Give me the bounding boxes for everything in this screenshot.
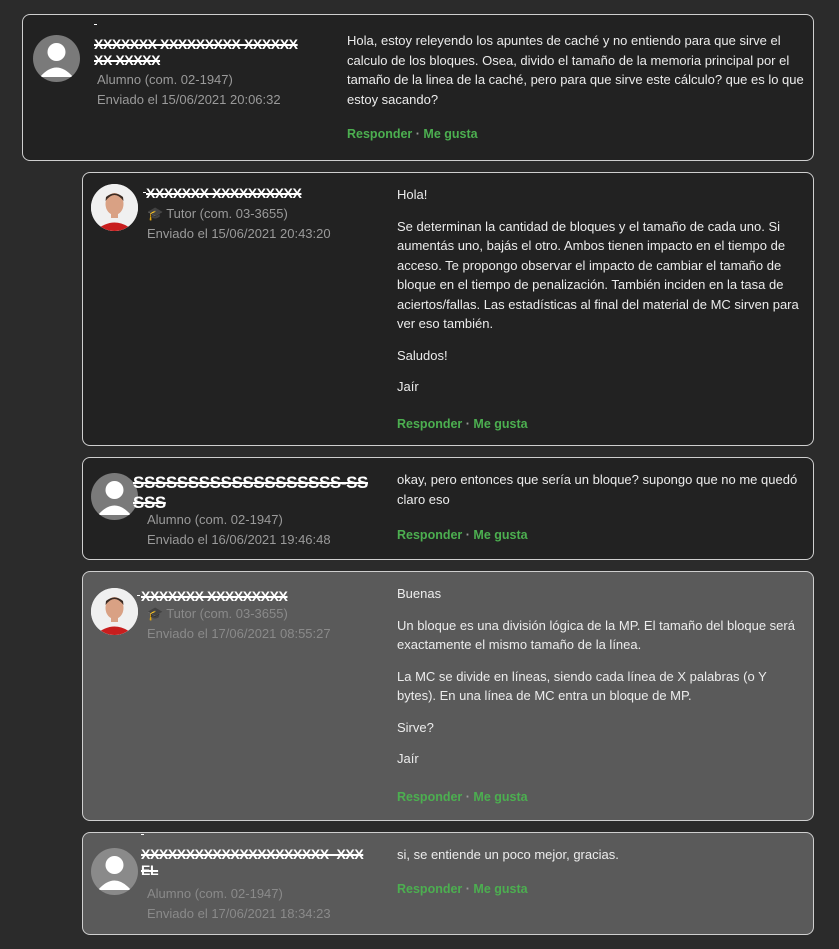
author-name[interactable]: XXXXXXX XXXXXXXXX	[141, 588, 361, 604]
post-date: Enviado el 17/06/2021 08:55:27	[147, 626, 331, 641]
author-marker	[94, 24, 97, 25]
post-date: Enviado el 17/06/2021 18:34:23	[147, 906, 331, 921]
reply-link[interactable]: Responder	[397, 417, 462, 431]
post-date: Enviado el 15/06/2021 20:43:20	[147, 226, 331, 241]
author-role: Alumno (com. 02-1947)	[147, 886, 283, 901]
post-actions: Responder · Me gusta	[397, 528, 528, 542]
forum-post: XXXXXXXXXXXXXXXXXXXXX- XXXEL Alumno (com…	[82, 832, 814, 935]
forum-post: XXXXXXX XXXXXXXXX XXXXXXXX XXXXX Alumno …	[22, 14, 814, 161]
graduation-cap-icon: 🎓	[147, 606, 164, 621]
graduation-cap-icon: 🎓	[147, 206, 164, 221]
post-content: Hola! Se determinan la cantidad de bloqu…	[397, 185, 805, 409]
user-silhouette-icon	[40, 43, 73, 77]
author-name[interactable]: XXXXXXX XXXXXXXXX XXXXXXXX XXXXX	[94, 36, 304, 68]
reply-link[interactable]: Responder	[397, 882, 462, 896]
forum-post: XXXXXXX XXXXXXXXX 🎓 Tutor (com. 03-3655) …	[82, 571, 814, 821]
post-paragraph: Buenas	[397, 586, 442, 601]
user-avatar[interactable]	[33, 35, 80, 82]
post-paragraph: Sirve?	[397, 719, 434, 735]
author-role-text: Tutor (com. 03-3655)	[166, 206, 288, 221]
forum-post: XXXXXXX XXXXXXXXXX 🎓 Tutor (com. 03-3655)…	[82, 172, 814, 446]
reply-link[interactable]: Responder	[347, 127, 412, 141]
forum-post: SSSSSSSSSSSSSSSSSSS-SSSSS Alumno (com. 0…	[82, 457, 814, 560]
tutor-photo-avatar[interactable]	[91, 588, 138, 635]
post-date: Enviado el 15/06/2021 20:06:32	[97, 92, 281, 107]
author-role: 🎓 Tutor (com. 03-3655)	[147, 206, 288, 222]
like-link[interactable]: Me gusta	[423, 127, 477, 141]
like-link[interactable]: Me gusta	[473, 528, 527, 542]
post-paragraph: okay, pero entonces que sería un bloque?…	[397, 472, 798, 507]
like-link[interactable]: Me gusta	[473, 882, 527, 896]
post-content: Hola, estoy releyendo los apuntes de cac…	[347, 31, 805, 121]
post-paragraph: Saludos!	[397, 347, 448, 363]
author-name[interactable]: XXXXXXXXXXXXXXXXXXXXX- XXXEL	[141, 846, 366, 878]
like-link[interactable]: Me gusta	[473, 790, 527, 804]
author-role: Alumno (com. 02-1947)	[97, 72, 233, 87]
post-paragraph: Hola!	[397, 187, 428, 202]
post-paragraph: Hola, estoy releyendo los apuntes de cac…	[347, 33, 804, 107]
reply-link[interactable]: Responder	[397, 790, 462, 804]
user-avatar[interactable]	[91, 848, 138, 895]
author-name[interactable]: SSSSSSSSSSSSSSSSSSS-SSSSS	[133, 473, 378, 513]
reply-link[interactable]: Responder	[397, 528, 462, 542]
post-paragraph: Jaír	[397, 751, 419, 766]
post-content: si, se entiende un poco mejor, gracias.	[397, 845, 805, 877]
tutor-photo	[91, 184, 138, 231]
tutor-photo-avatar[interactable]	[91, 184, 138, 231]
author-role: 🎓 Tutor (com. 03-3655)	[147, 606, 288, 622]
post-paragraph: si, se entiende un poco mejor, gracias.	[397, 847, 619, 862]
user-silhouette-icon	[98, 481, 131, 515]
post-actions: Responder · Me gusta	[397, 790, 528, 804]
post-paragraph: Se determinan la cantidad de bloques y e…	[397, 218, 799, 332]
author-name[interactable]: XXXXXXX XXXXXXXXXX	[146, 185, 366, 201]
author-marker	[137, 595, 140, 596]
user-avatar[interactable]	[91, 473, 138, 520]
user-silhouette-icon	[98, 856, 131, 890]
post-paragraph: La MC se divide en líneas, siendo cada l…	[397, 668, 767, 704]
author-role: Alumno (com. 02-1947)	[147, 512, 283, 527]
post-actions: Responder · Me gusta	[347, 127, 478, 141]
post-actions: Responder · Me gusta	[397, 417, 528, 431]
author-role-text: Tutor (com. 03-3655)	[166, 606, 288, 621]
post-content: okay, pero entonces que sería un bloque?…	[397, 470, 805, 521]
like-link[interactable]: Me gusta	[473, 417, 527, 431]
post-actions: Responder · Me gusta	[397, 882, 528, 896]
post-paragraph: Jaír	[397, 379, 419, 394]
tutor-photo	[91, 588, 138, 635]
post-content: Buenas Un bloque es una división lógica …	[397, 584, 805, 781]
post-paragraph: Un bloque es una división lógica de la M…	[397, 617, 795, 653]
author-marker	[141, 834, 144, 835]
post-date: Enviado el 16/06/2021 19:46:48	[147, 532, 331, 547]
